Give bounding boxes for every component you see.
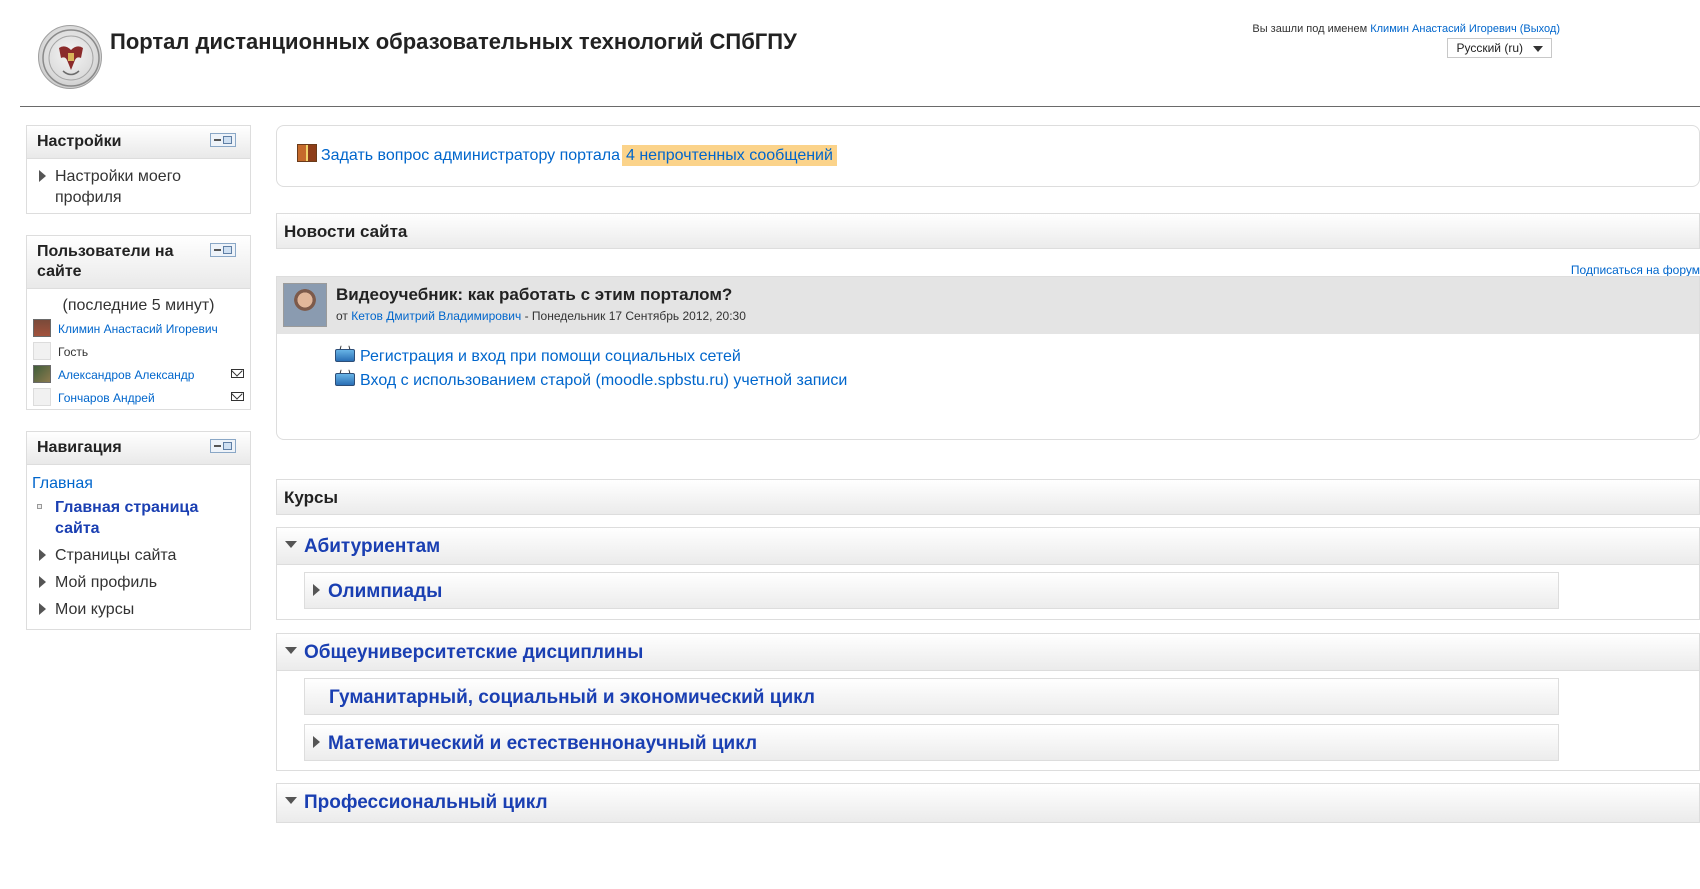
news-post-subject: Видеоучебник: как работать с этим портал… [336,285,733,304]
collapse-arrow-icon [285,647,297,655]
subcategory-header[interactable]: Олимпиады [304,572,1559,609]
sidebar-item-label: Главная страница сайта [55,499,199,537]
online-users-block-title: Пользователи на сайте [37,243,174,280]
courses-section-header: Курсы [276,479,1700,515]
video-link-old-account[interactable]: Вход с использованием старой (moodle.spb… [360,372,847,389]
settings-block: Настройки Настройки моего профиля [26,125,251,214]
envelope-icon[interactable] [231,369,244,378]
unread-messages-link[interactable]: 4 непрочтенных сообщений [622,145,837,167]
sidebar-item-my-profile-settings[interactable]: Настройки моего профиля [27,166,250,208]
sidebar-item-label: Настройки моего профиля [55,168,182,206]
online-user-link[interactable]: Гончаров Андрей [58,391,155,405]
sidebar-item-site-home[interactable]: Главная страница сайта [27,497,250,539]
language-select[interactable]: Русский (ru) [1447,38,1552,58]
settings-block-title: Настройки [37,133,122,150]
author-avatar[interactable] [283,283,327,327]
category-name: Общеуниверситетские дисциплины [304,642,644,663]
news-post-date: - Понедельник 17 Сентябрь 2012, 20:30 [521,309,746,323]
category-header[interactable]: Общеуниверситетские дисциплины [276,633,1700,671]
expand-arrow-icon [39,170,46,182]
chevron-down-icon [1533,46,1543,52]
subscribe-forum-link[interactable]: Подписаться на форум [1571,263,1700,277]
online-user-link[interactable]: Климин Анастасий Игоревич [58,322,218,336]
online-user-row[interactable]: Александров Александр [27,363,250,386]
bullet-icon [37,504,42,509]
page-header: Портал дистанционных образовательных тех… [0,0,1700,108]
news-link-row: Регистрация и вход при помощи социальных… [335,345,847,369]
video-icon [335,369,355,387]
subcategory-header[interactable]: Математический и естественнонаучный цикл [304,724,1559,761]
settings-block-header: Настройки [27,126,250,159]
ask-admin-row: Задать вопрос администратору портала 4 не… [297,144,837,167]
ask-admin-link[interactable]: Задать вопрос администратору портала [321,147,620,164]
online-user-row[interactable]: Климин Анастасий Игоревич [27,317,250,340]
default-avatar-icon [33,342,51,360]
online-users-timespan: (последние 5 минут) [62,297,215,314]
category-header[interactable]: Профессиональный цикл [276,783,1700,823]
block-collapse-icon[interactable] [210,133,236,147]
online-user-row: Гость [27,340,250,363]
language-value: Русский (ru) [1456,41,1523,55]
category-header[interactable]: Абитуриентам [276,527,1700,565]
login-prefix: Вы зашли под именем [1252,23,1371,35]
sidebar-item-site-pages[interactable]: Страницы сайта [27,545,250,566]
online-user-link[interactable]: Александров Александр [58,368,194,382]
sidebar-item-label: Мои курсы [55,601,135,618]
navigation-block: Навигация Главная Главная страница сайта… [26,431,251,630]
category-name: Профессиональный цикл [304,792,548,813]
site-title: Портал дистанционных образовательных тех… [110,29,797,54]
navigation-block-header: Навигация [27,432,250,465]
expand-arrow-icon [39,603,46,615]
online-user-row[interactable]: Гончаров Андрей [27,386,250,409]
current-user-link[interactable]: Климин Анастасий Игоревич [1370,23,1516,35]
online-users-block: Пользователи на сайте (последние 5 минут… [26,235,251,410]
login-info: Вы зашли под именем Климин Анастасий Иго… [1252,23,1560,35]
sidebar-item-my-courses[interactable]: Мои курсы [27,599,250,620]
subcategory-header[interactable]: Гуманитарный, социальный и экономический… [304,678,1559,715]
online-users-block-header: Пользователи на сайте [27,236,250,289]
collapse-arrow-icon [285,541,297,549]
envelope-icon[interactable] [231,392,244,401]
header-divider [20,106,1700,107]
nav-home[interactable]: Главная [32,475,250,493]
byline-prefix: от [336,309,352,323]
navigation-block-title: Навигация [37,439,122,456]
expand-arrow-icon [313,583,320,596]
expand-arrow-icon [39,549,46,561]
expand-arrow-icon [313,735,320,748]
subcategory-name: Олимпиады [328,581,443,602]
collapse-arrow-icon [285,797,297,805]
sidebar-item-label: Страницы сайта [55,547,177,564]
university-crest-logo[interactable] [38,25,102,89]
default-avatar-icon [33,388,51,406]
user-avatar-icon [33,319,51,337]
news-post-byline: от Кетов Дмитрий Владимирович - Понедель… [336,309,746,323]
logout-link[interactable]: (Выход) [1520,23,1560,35]
news-post-author-link[interactable]: Кетов Дмитрий Владимирович [351,309,521,323]
category-name: Абитуриентам [304,536,441,557]
video-icon [335,345,355,363]
block-collapse-icon[interactable] [210,243,236,257]
news-post-body: Регистрация и вход при помощи социальных… [335,345,847,393]
nav-home-link[interactable]: Главная [32,475,93,492]
news-post: Видеоучебник: как работать с этим портал… [276,276,1700,440]
news-section-header: Новости сайта [276,213,1700,249]
sidebar-item-my-profile[interactable]: Мой профиль [27,572,250,593]
ask-admin-panel: Задать вопрос администратору портала 4 не… [276,125,1700,187]
expand-arrow-icon [39,576,46,588]
video-link-social-login[interactable]: Регистрация и вход при помощи социальных… [360,348,741,365]
online-user-name: Гость [58,345,89,359]
news-link-row: Вход с использованием старой (moodle.spb… [335,369,847,393]
message-icon [297,144,317,162]
sidebar-item-label: Мой профиль [55,574,158,591]
block-collapse-icon[interactable] [210,439,236,453]
user-avatar-icon [33,365,51,383]
subcategory-name: Математический и естественнонаучный цикл [328,733,758,754]
subcategory-name: Гуманитарный, социальный и экономический… [329,687,815,708]
